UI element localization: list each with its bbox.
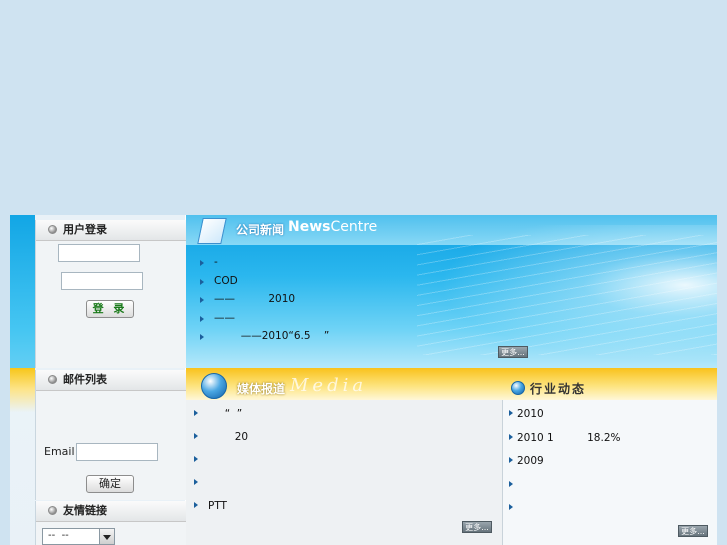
industry-item[interactable] [507, 474, 707, 498]
media-title: 媒体报道 [237, 382, 286, 396]
media-section: “ ” 20 PTT 更多... [186, 400, 503, 545]
industry-item[interactable]: 2009 [507, 450, 707, 474]
email-label: Email [44, 445, 75, 458]
news-title-en: NewsCentre [288, 219, 377, 235]
industry-item[interactable]: 2010 [507, 403, 707, 427]
news-list: - COD —— 2010 —— ——2010“6.5 ” [198, 253, 498, 346]
page-frame: 用户登录 登 录 邮件列表 Email 确定 友情链接 -- -- 公司新闻 N… [10, 215, 717, 545]
bullet-icon [48, 224, 57, 234]
email-input[interactable] [76, 443, 158, 461]
bullet-icon [48, 374, 57, 384]
news-title: 公司新闻 [236, 223, 285, 237]
news-item[interactable]: —— [198, 309, 498, 328]
news-title-en-centre: Centre [330, 219, 378, 235]
mail-panel-header: 邮件列表 [36, 370, 186, 391]
media-item[interactable] [192, 472, 492, 495]
industry-list: 2010 2010 1 18.2% 2009 [507, 403, 707, 521]
news-item[interactable]: —— 2010 [198, 290, 498, 309]
username-input[interactable] [58, 244, 140, 262]
industry-more-button[interactable]: 更多... [678, 525, 708, 537]
links-select[interactable]: -- -- [42, 528, 115, 545]
chevron-down-icon[interactable] [99, 529, 114, 544]
news-item[interactable]: COD [198, 272, 498, 291]
media-item[interactable] [192, 449, 492, 472]
news-item[interactable]: ——2010“6.5 ” [198, 327, 498, 346]
links-panel: 友情链接 -- -- [35, 501, 187, 545]
media-item[interactable]: PTT [192, 495, 492, 518]
media-more-button[interactable]: 更多... [462, 521, 492, 533]
industry-item[interactable] [507, 497, 707, 521]
media-item[interactable]: “ ” [192, 403, 492, 426]
media-list: “ ” 20 PTT [192, 403, 492, 518]
links-panel-header: 友情链接 [36, 501, 186, 522]
login-button[interactable]: 登 录 [86, 300, 134, 318]
industry-section: 2010 2010 1 18.2% 2009 更多... [503, 400, 717, 545]
globe-small-icon [511, 381, 525, 395]
confirm-button[interactable]: 确定 [86, 475, 134, 493]
links-panel-title: 友情链接 [63, 504, 107, 517]
mail-panel-title: 邮件列表 [63, 373, 107, 386]
left-edge-lower-decoration [10, 368, 35, 545]
industry-item[interactable]: 2010 1 18.2% [507, 427, 707, 451]
globe-icon [201, 373, 227, 399]
news-item[interactable]: - [198, 253, 498, 272]
login-panel-header: 用户登录 [36, 220, 186, 241]
login-panel: 用户登录 登 录 [35, 220, 187, 368]
news-section: 公司新闻 NewsCentre - COD —— 2010 —— ——2010“… [186, 215, 717, 368]
media-title-en: Media [290, 375, 368, 396]
news-more-button[interactable]: 更多... [498, 346, 528, 358]
links-select-value: -- -- [48, 530, 69, 541]
login-panel-title: 用户登录 [63, 223, 107, 236]
media-item[interactable]: 20 [192, 426, 492, 449]
industry-title: 行业动态 [530, 382, 587, 396]
news-title-en-news: News [288, 219, 331, 235]
bullet-icon [48, 505, 57, 515]
mail-panel: 邮件列表 Email 确定 [35, 370, 187, 500]
password-input[interactable] [61, 272, 143, 290]
